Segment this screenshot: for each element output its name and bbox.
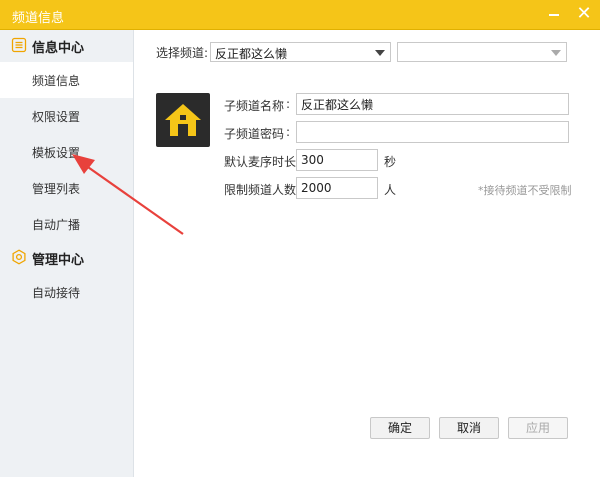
ok-button[interactable]: 确定	[370, 417, 430, 439]
close-icon[interactable]: ✕	[575, 5, 593, 23]
group-info-center: 信息中心	[0, 30, 133, 60]
sidebar-item-permissions[interactable]: 权限设置	[0, 98, 133, 134]
mic-duration-label: 默认麦序时长:	[224, 155, 301, 169]
select-channel-label: 选择频道:	[156, 46, 209, 60]
sidebar-item-templates[interactable]: 模板设置	[0, 134, 133, 170]
cancel-button[interactable]: 取消	[439, 417, 499, 439]
apply-button[interactable]: 应用	[508, 417, 568, 439]
user-limit-input[interactable]	[296, 177, 378, 199]
channel-select[interactable]: 反正都这么懒	[210, 42, 391, 62]
minimize-icon[interactable]	[549, 14, 559, 16]
user-limit-label: 限制频道人数:	[224, 183, 301, 197]
chevron-down-icon	[551, 50, 561, 56]
subchannel-password-label: 子频道密码	[224, 127, 285, 141]
subchannel-name-label: 子频道名称	[224, 99, 285, 113]
subchannel-name-colon: :	[286, 97, 291, 111]
group-label: 管理中心	[32, 253, 85, 268]
sidebar-item-label: 模板设置	[32, 146, 81, 160]
mic-duration-unit: 秒	[384, 155, 397, 169]
sidebar-item-label: 自动广播	[32, 218, 81, 232]
home-icon	[165, 104, 201, 136]
main-content: 选择频道: 反正都这么懒 子频道名称 : 子频道密码 : 默认麦序时长: 秒 限…	[134, 30, 600, 477]
sidebar-item-auto-reception[interactable]: 自动接待	[0, 274, 133, 310]
secondary-select[interactable]	[397, 42, 567, 62]
window-titlebar: 频道信息 ✕	[0, 0, 600, 30]
sidebar-item-auto-broadcast[interactable]: 自动广播	[0, 206, 133, 242]
group-label: 信息中心	[32, 41, 85, 56]
sidebar-item-channel-info[interactable]: 频道信息	[0, 62, 133, 98]
sidebar-item-label: 频道信息	[32, 74, 81, 88]
user-limit-note: *接待频道不受限制	[478, 184, 572, 197]
mic-duration-input[interactable]	[296, 149, 378, 171]
window-title: 频道信息	[12, 11, 65, 26]
sidebar: 信息中心 频道信息 权限设置 模板设置 管理列表 自动广播 管理中心 自动接待	[0, 30, 134, 477]
chevron-down-icon	[375, 50, 385, 56]
subchannel-name-input[interactable]	[296, 93, 569, 115]
list-icon	[11, 37, 27, 53]
channel-avatar[interactable]	[156, 93, 210, 147]
sidebar-item-label: 自动接待	[32, 286, 81, 300]
sidebar-item-label: 管理列表	[32, 182, 81, 196]
subchannel-password-input[interactable]	[296, 121, 569, 143]
gear-icon	[12, 249, 26, 265]
sidebar-item-admin-list[interactable]: 管理列表	[0, 170, 133, 206]
sidebar-item-label: 权限设置	[32, 110, 81, 124]
subchannel-password-colon: :	[286, 125, 291, 139]
channel-select-value: 反正都这么懒	[215, 47, 288, 61]
user-limit-unit: 人	[384, 183, 397, 197]
group-management-center: 管理中心	[0, 242, 133, 272]
